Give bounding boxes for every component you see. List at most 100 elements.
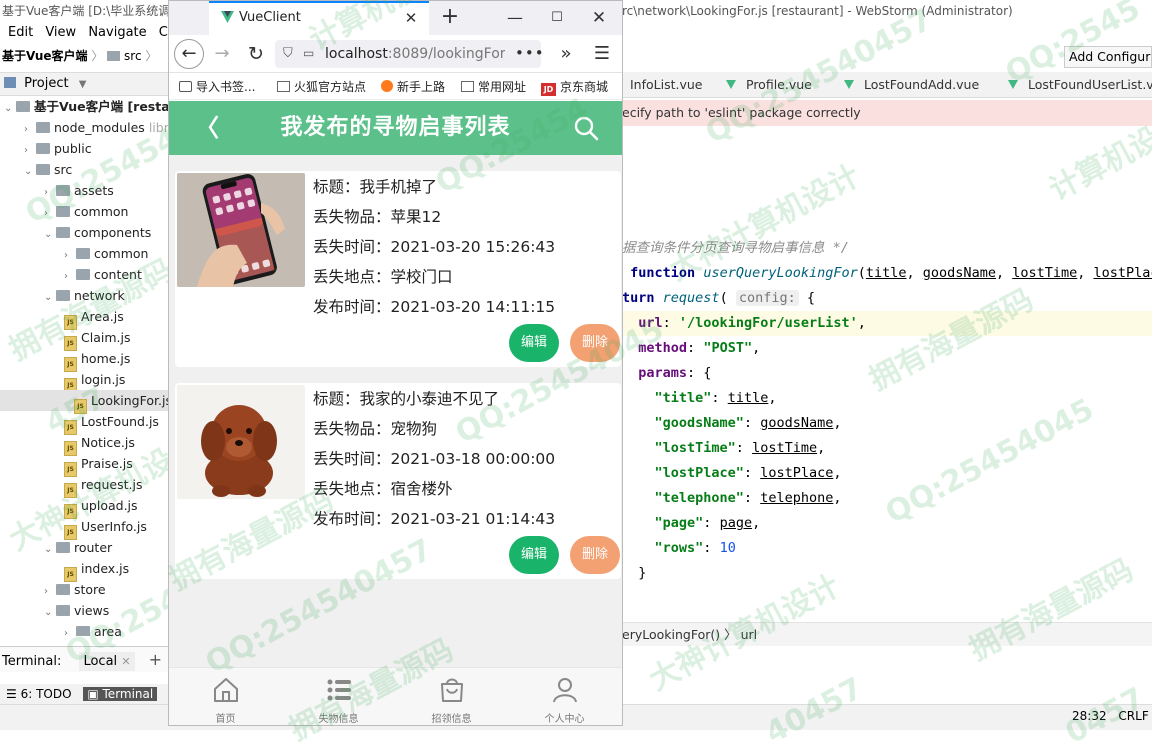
tab-found-info[interactable]: 招领信息 [395,668,508,725]
tree-folder[interactable]: ⌄ 基于Vue客户端 [restaurant] [4,96,168,117]
url-text[interactable]: localhost:8089/lookingFor [325,40,505,68]
page-actions-icon[interactable]: ••• [515,40,544,68]
tree-folder[interactable]: ⌄ components [44,222,151,243]
tree-folder[interactable]: ⌄ src [24,159,72,180]
url-bar[interactable]: ⛉ ▭ localhost:8089/lookingFor ••• [275,40,544,68]
chevron-down-icon[interactable]: ⌄ [44,602,56,623]
editor-tab[interactable]: InfoList.vue [630,72,703,97]
browser-tab[interactable]: VueClient [209,1,429,35]
tree-folder[interactable]: › content [64,264,142,285]
chevron-right-icon[interactable]: › [44,581,56,602]
chevron-down-icon[interactable]: ⌄ [44,539,56,560]
bookmark-firefox[interactable]: 火狐官方站点 [277,74,366,99]
jd-icon: JD [541,83,556,96]
line-separator[interactable]: CRLF [1118,709,1148,723]
folder-icon [36,122,50,133]
item-photo-phone[interactable] [177,173,305,287]
list-item[interactable]: 标题：我家的小泰迪不见了 丢失物品：宠物狗 丢失时间：2021-03-18 00… [175,383,621,579]
chevron-right-icon[interactable]: › [44,203,56,224]
bookmark-getting-started[interactable]: 新手上路 [381,74,445,99]
close-tab-icon[interactable]: ✕ [401,8,421,28]
tree-folder[interactable]: › common [64,243,148,264]
tree-file[interactable]: JS request.js [64,474,142,498]
tab-lost-info[interactable]: 失物信息 [282,668,395,725]
delete-button[interactable]: 删除 [570,536,620,574]
chevron-right-icon[interactable]: › [24,119,36,140]
hamburger-menu-icon[interactable]: ☰ [589,39,615,69]
tree-folder[interactable]: › assets [44,180,114,201]
close-icon[interactable]: ✕ [121,655,130,668]
code-editor[interactable]: 据查询条件分页查询寻物启事信息 */ function userQueryLoo… [622,230,1152,590]
minimize-button[interactable]: — [501,5,529,31]
menu-code[interactable]: Co [159,25,168,40]
tree-file[interactable]: JS home.js [64,348,130,372]
tree-folder[interactable]: › area [64,621,122,636]
project-panel-header[interactable]: Project ▼ [0,72,168,96]
tree-file[interactable]: JS LostFound.js [64,411,159,435]
tree-label: UserInfo.js [81,519,147,534]
tree-folder[interactable]: › common [44,201,128,222]
chevron-down-icon[interactable]: ⌄ [24,161,36,182]
terminal-tab-local[interactable]: Local ✕ [79,652,135,671]
chevron-right-icon[interactable]: › [44,182,56,203]
tab-home[interactable]: 首页 [169,668,282,725]
chevron-right-icon[interactable]: › [64,266,76,287]
new-tab-button[interactable]: + [437,5,463,31]
tree-file[interactable]: JS login.js [64,369,125,393]
window-close-button[interactable]: ✕ [585,5,613,31]
forward-button[interactable]: → [209,39,235,69]
edit-button[interactable]: 编辑 [509,536,559,574]
tree-file[interactable]: JS Claim.js [64,327,130,351]
item-lost-place: 丢失地点：学校门口 [313,262,453,292]
maximize-button[interactable]: ☐ [543,5,571,31]
chevron-right-icon[interactable]: › [64,245,76,266]
back-button[interactable]: ← [174,39,204,69]
cursor-position[interactable]: 28:32 [1072,709,1107,723]
editor-tab[interactable]: LostFoundAdd.vue [844,72,979,97]
tree-folder[interactable]: ⌄ network [44,285,125,306]
tree-file[interactable]: JS Notice.js [64,432,135,456]
shield-icon[interactable]: ⛉ [283,46,295,61]
tree-file[interactable]: JS UserInfo.js [64,516,147,540]
tree-folder[interactable]: › public [24,138,92,159]
tree-file[interactable]: JS upload.js [64,495,138,519]
chevron-right-icon[interactable]: › [64,623,76,636]
tree-folder[interactable]: › node_moduleslibrary root [24,117,168,138]
chevron-down-icon[interactable]: ⌄ [44,224,56,245]
tree-folder[interactable]: ⌄ views [44,600,109,621]
search-icon[interactable] [573,115,599,141]
add-configuration-button[interactable]: Add Configura [1064,46,1152,68]
breadcrumb-src[interactable]: src [124,49,142,63]
bookmark-jd[interactable]: JD 京东商城 [541,74,608,99]
menu-view[interactable]: View [45,25,76,40]
breadcrumb-root[interactable]: 基于Vue客户端 [2,49,88,63]
back-arrow-icon[interactable]: 〈 [195,111,219,145]
chevron-down-icon[interactable]: ⌄ [44,287,56,308]
terminal-tool[interactable]: ▣ Terminal [83,687,158,701]
todo-tool[interactable]: ☰ 6: TODO [6,687,72,701]
editor-tab[interactable]: Profile.vue [726,72,812,97]
tree-folder[interactable]: › store [44,579,106,600]
menu-navigate[interactable]: Navigate [88,25,146,40]
tree-file[interactable]: JS Praise.js [64,453,133,477]
reload-button[interactable]: ↻ [243,39,269,69]
delete-button[interactable]: 删除 [570,324,620,362]
overflow-chevron-icon[interactable]: » [553,39,579,69]
tree-folder[interactable]: ⌄ router [44,537,112,558]
tree-file[interactable]: JS LookingFor.js [0,390,168,414]
bookmark-common[interactable]: 常用网址 [461,74,526,99]
menu-edit[interactable]: Edit [8,25,33,40]
tab-profile[interactable]: 个人中心 [508,668,621,725]
editor-tab[interactable]: LostFoundUserList.vu [1008,72,1152,97]
chevron-down-icon[interactable]: ⌄ [4,98,16,119]
page-info-icon[interactable]: ▭ [303,46,315,61]
bookmark-import[interactable]: 导入书签... [179,74,255,99]
tree-file[interactable]: JS Area.js [64,306,124,330]
item-photo-dog[interactable] [177,385,305,499]
tree-file[interactable]: JS index.js [64,558,129,582]
chevron-right-icon[interactable]: › [24,140,36,161]
bookmarks-toolbar: 导入书签... 火狐官方站点 新手上路 常用网址 JD 京东商城 [169,74,622,100]
list-item[interactable]: 标题：我手机掉了 丢失物品：苹果12 丢失时间：2021-03-20 15:26… [175,171,621,367]
edit-button[interactable]: 编辑 [509,324,559,362]
add-terminal-button[interactable]: + [149,650,162,669]
